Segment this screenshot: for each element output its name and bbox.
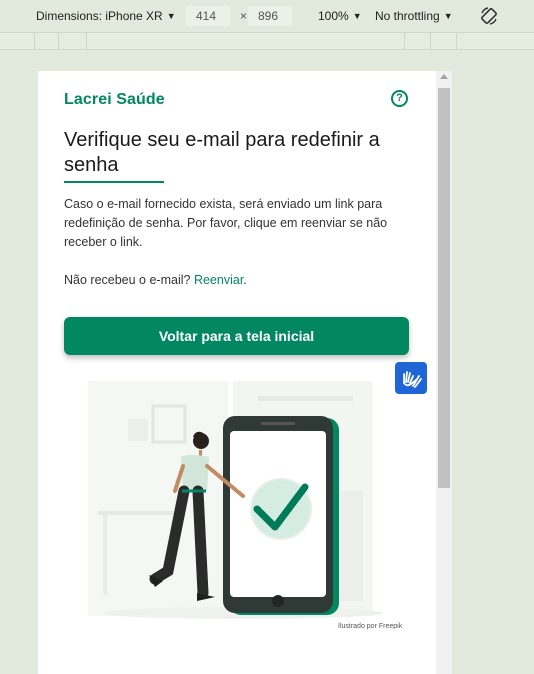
viewport-scrollbar[interactable] (436, 71, 452, 674)
throttling-label: No throttling (375, 9, 440, 23)
email-verified-illustration (88, 381, 383, 619)
back-to-home-button[interactable]: Voltar para a tela inicial (64, 317, 409, 355)
scrollbar-thumb[interactable] (438, 88, 450, 488)
chevron-down-icon: ▼ (443, 11, 453, 21)
height-input[interactable]: 896 (248, 6, 292, 26)
ruler-segment[interactable] (34, 33, 35, 49)
chevron-down-icon: ▼ (166, 11, 176, 21)
instructions-text: Caso o e-mail fornecido exista, será env… (64, 197, 388, 249)
resend-suffix: . (243, 273, 247, 287)
chevron-down-icon: ▼ (352, 11, 362, 21)
device-viewport: Lacrei Saúde ? Verifique seu e-mail para… (38, 71, 452, 674)
ruler-segment[interactable] (430, 33, 431, 49)
ruler-segment[interactable] (456, 33, 457, 49)
device-select[interactable]: Dimensions: iPhone XR ▼ (36, 9, 176, 23)
sign-language-accessibility-button[interactable] (395, 362, 427, 394)
title-underline (64, 181, 164, 183)
help-icon[interactable]: ? (391, 90, 408, 107)
page-title: Verifique seu e-mail para redefinir a se… (64, 129, 380, 176)
zoom-label: 100% (318, 9, 349, 23)
ruler-segment[interactable] (86, 33, 87, 49)
rotate-icon[interactable] (479, 6, 499, 26)
zoom-select[interactable]: 100% ▼ (318, 9, 362, 23)
resend-row: Não recebeu o e-mail? Reenviar. (64, 273, 247, 287)
hands-icon (403, 371, 422, 388)
device-label: Dimensions: iPhone XR (36, 9, 163, 23)
devtools-toolbar: Dimensions: iPhone XR ▼ 414 × 896 100% ▼… (0, 0, 534, 32)
illustration-credit: Ilustrado por Freepik (338, 623, 403, 630)
dimension-separator: × (240, 9, 248, 23)
brand-logo[interactable]: Lacrei Saúde (64, 91, 165, 109)
throttling-select[interactable]: No throttling ▼ (375, 9, 453, 23)
resend-prompt: Não recebeu o e-mail? (64, 273, 191, 287)
media-query-ruler (0, 32, 534, 50)
ruler-segment[interactable] (404, 33, 405, 49)
scroll-up-arrow-icon[interactable] (440, 74, 448, 79)
resend-link[interactable]: Reenviar (194, 273, 243, 287)
width-input[interactable]: 414 (186, 6, 230, 26)
ruler-segment[interactable] (58, 33, 59, 49)
